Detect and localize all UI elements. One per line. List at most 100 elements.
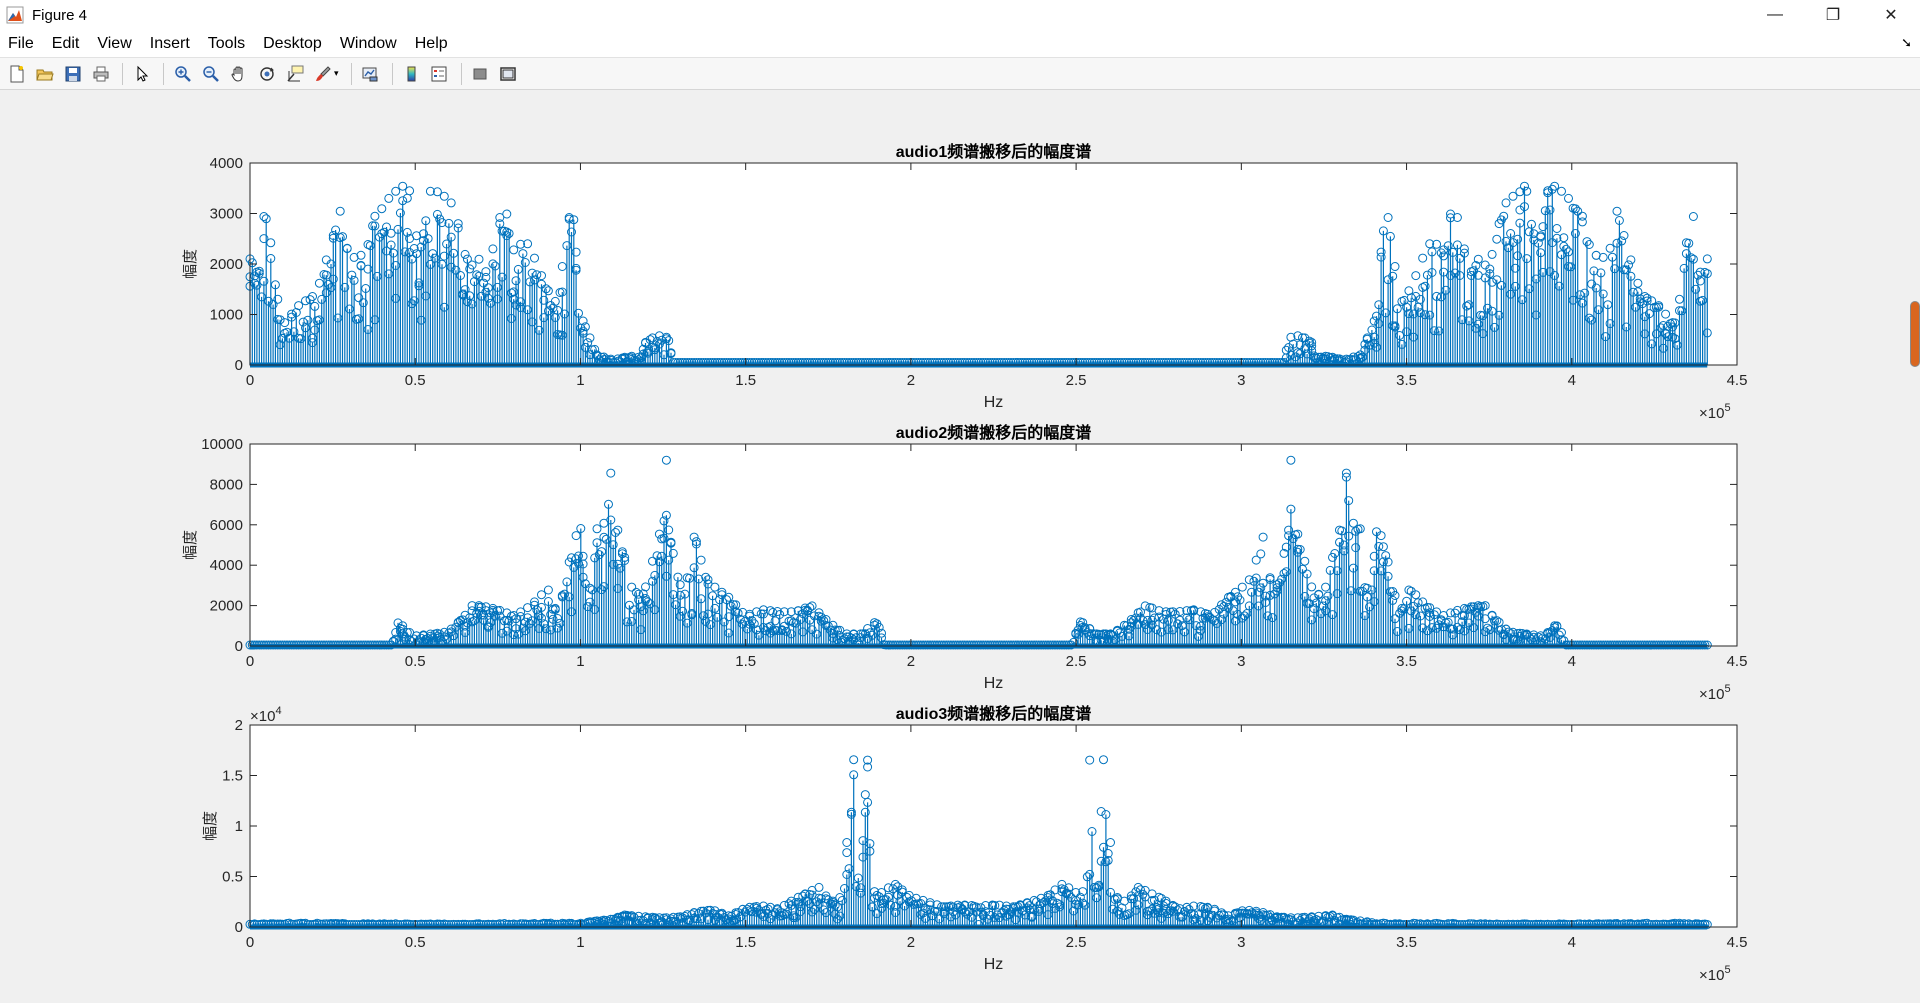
x-tick-label: 2 — [907, 653, 915, 670]
chart-title: audio3频谱搬移后的幅度谱 — [896, 704, 1092, 723]
toolbar-separator — [350, 62, 352, 85]
menu-file[interactable]: File — [0, 30, 43, 57]
y-tick-label: 4000 — [210, 557, 243, 574]
show-plot-tools-icon[interactable] — [496, 61, 521, 86]
x-axis-label: Hz — [984, 394, 1004, 411]
x-tick-label: 4.5 — [1727, 653, 1748, 670]
legend-icon[interactable] — [427, 61, 452, 86]
x-axis-label: Hz — [984, 675, 1004, 692]
x-tick-label: 4.5 — [1727, 372, 1748, 389]
matlab-logo-icon — [6, 6, 24, 24]
y-tick-label: 2000 — [210, 256, 243, 273]
y-tick-label: 1.5 — [222, 768, 243, 785]
x-tick-label: 0 — [246, 934, 254, 951]
select-arrow-icon[interactable] — [129, 61, 154, 86]
y-axis-label: 幅度 — [182, 530, 199, 560]
zoom-in-icon[interactable] — [170, 61, 195, 86]
x-tick-label: 3.5 — [1396, 934, 1417, 951]
x-tick-label: 3.5 — [1396, 653, 1417, 670]
pan-hand-icon[interactable] — [226, 61, 251, 86]
x-tick-label: 4.5 — [1727, 934, 1748, 951]
axes-1 — [245, 162, 1738, 368]
window-controls: — ❐ ✕ — [1746, 0, 1920, 30]
y-tick-label: 3000 — [210, 206, 243, 223]
figure-toolbar: ▾ — [0, 57, 1920, 90]
y-tick-label: 8000 — [210, 476, 243, 493]
open-file-icon[interactable] — [32, 61, 57, 86]
new-figure-icon[interactable] — [4, 61, 29, 86]
figure-canvas: 0 0.5 1 1.5 2 2.5 3 3.5 4 4.5 0 1000 2000 3000 4000 aud… — [0, 91, 1920, 1003]
x-tick-label: 0.5 — [405, 653, 426, 670]
toolbar-separator — [460, 62, 462, 85]
y-tick-label: 6000 — [210, 517, 243, 534]
print-icon[interactable] — [88, 61, 113, 86]
menu-tools[interactable]: Tools — [199, 30, 254, 57]
x-tick-label: 2 — [907, 372, 915, 389]
hide-plot-tools-icon[interactable] — [468, 61, 493, 86]
menu-window[interactable]: Window — [331, 30, 406, 57]
y-tick-label: 1000 — [210, 307, 243, 324]
scrollbar-thumb[interactable] — [1910, 301, 1920, 367]
toolbar-separator — [163, 62, 164, 85]
axes-frame — [249, 724, 1738, 928]
data-cursor-icon[interactable] — [282, 61, 307, 86]
y-axis-label: 幅度 — [182, 249, 199, 279]
y-tick-label: 0.5 — [222, 869, 243, 886]
x-tick-label: 1.5 — [735, 934, 756, 951]
zoom-out-icon[interactable] — [198, 61, 223, 86]
x-exponent-label: ×105 — [1699, 964, 1731, 984]
x-tick-label: 0 — [246, 372, 254, 389]
x-tick-label: 4 — [1568, 934, 1576, 951]
link-plot-icon[interactable] — [358, 61, 383, 86]
x-axis-label: Hz — [984, 956, 1004, 973]
toolbar-separator — [122, 62, 123, 85]
x-tick-label: 0.5 — [405, 934, 426, 951]
y-tick-label: 0 — [235, 919, 243, 936]
x-tick-label: 3.5 — [1396, 372, 1417, 389]
minimize-button[interactable]: — — [1746, 0, 1804, 30]
axes-3 — [245, 724, 1738, 930]
menu-edit[interactable]: Edit — [43, 30, 89, 57]
toolbar-separator — [391, 62, 393, 85]
dock-arrow-icon[interactable]: ➘ — [1901, 35, 1912, 51]
x-tick-label: 1.5 — [735, 372, 756, 389]
x-tick-label: 4 — [1568, 372, 1576, 389]
x-tick-label: 1 — [576, 372, 584, 389]
menu-help[interactable]: Help — [406, 30, 457, 57]
save-icon[interactable] — [60, 61, 85, 86]
x-tick-label: 2.5 — [1066, 372, 1087, 389]
y-axis-label: 幅度 — [202, 811, 219, 841]
x-exponent-label: ×105 — [1699, 683, 1731, 703]
menu-desktop[interactable]: Desktop — [254, 30, 331, 57]
chart-title: audio2频谱搬移后的幅度谱 — [896, 423, 1092, 442]
x-exponent-label: ×105 — [1699, 402, 1731, 422]
x-tick-label: 3 — [1237, 653, 1245, 670]
x-tick-label: 2.5 — [1066, 653, 1087, 670]
y-tick-label: 2 — [235, 717, 243, 734]
colorbar-icon[interactable] — [399, 61, 424, 86]
close-button[interactable]: ✕ — [1862, 0, 1920, 30]
x-tick-label: 1 — [576, 934, 584, 951]
y-tick-label: 0 — [235, 638, 243, 655]
brush-dropdown-icon[interactable]: ▾ — [334, 68, 339, 79]
y-tick-label: 4000 — [210, 155, 243, 172]
x-tick-label: 1 — [576, 653, 584, 670]
menu-bar: File Edit View Insert Tools Desktop Wind… — [0, 30, 1920, 57]
menu-view[interactable]: View — [88, 30, 140, 57]
x-tick-label: 1.5 — [735, 653, 756, 670]
window-title: Figure 4 — [32, 6, 88, 24]
x-tick-label: 3 — [1237, 372, 1245, 389]
x-tick-label: 3 — [1237, 934, 1245, 951]
chart-title: audio1频谱搬移后的幅度谱 — [896, 142, 1092, 161]
x-tick-label: 0.5 — [405, 372, 426, 389]
y-tick-label: 2000 — [210, 598, 243, 615]
y-tick-label: 10000 — [201, 436, 243, 453]
restore-button[interactable]: ❐ — [1804, 0, 1862, 30]
menu-insert[interactable]: Insert — [141, 30, 199, 57]
brush-icon[interactable] — [310, 61, 335, 86]
x-tick-label: 0 — [246, 653, 254, 670]
rotate-3d-icon[interactable] — [254, 61, 279, 86]
y-exponent-label: ×104 — [250, 705, 282, 725]
x-tick-label: 2.5 — [1066, 934, 1087, 951]
axes-2 — [245, 443, 1738, 650]
